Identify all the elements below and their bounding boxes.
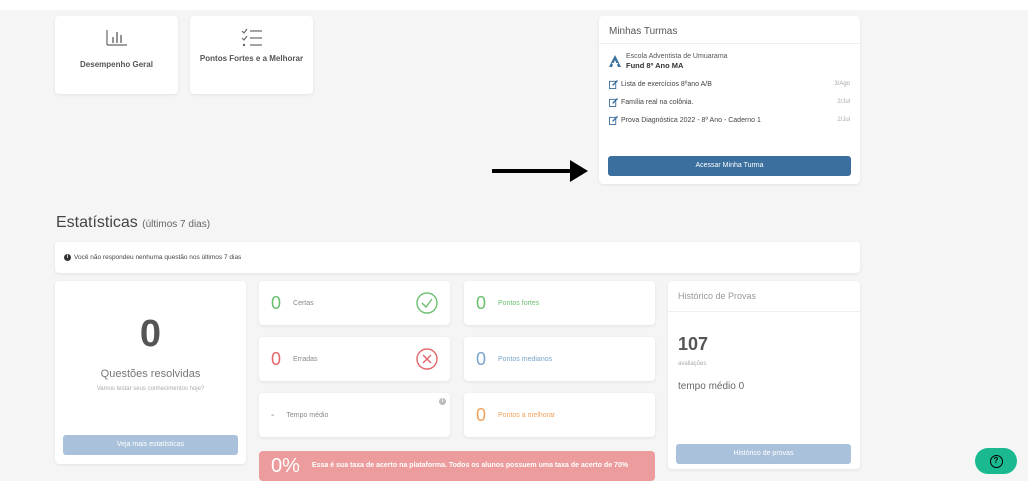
- checklist-icon: [190, 28, 313, 48]
- activity-item[interactable]: Lista de exercícios 8ºano A/B 3/Ago: [599, 75, 860, 93]
- activity-name: Prova Diagnóstica 2022 - 8º Ano - Cadern…: [621, 116, 761, 124]
- question-icon: ?: [989, 454, 1003, 468]
- melhorar-label: Pontos a melhorar: [498, 411, 556, 419]
- historico-provas-button[interactable]: Histórico de provas: [676, 444, 851, 464]
- turmas-title: Minhas Turmas: [599, 16, 860, 44]
- tempo-medio-card: - Tempo médio: [259, 393, 450, 437]
- top-bar: [0, 0, 1028, 10]
- edit-icon: [609, 97, 618, 107]
- activity-name: Lista de exercícios 8ºano A/B: [621, 80, 712, 88]
- activity-date: 2/Jul: [837, 99, 850, 105]
- activity-item[interactable]: Família real na colônia. 2/Jul: [599, 93, 860, 111]
- erradas-card: 0 Erradas: [259, 337, 450, 381]
- class-name: Fund 8º Ano MA: [626, 61, 684, 70]
- tile-label: Pontos Fortes e a Melhorar: [199, 54, 304, 63]
- stats-heading: Estatísticas (últimos 7 dias): [56, 214, 210, 232]
- x-circle-icon: [416, 348, 438, 370]
- info-icon: i: [64, 254, 71, 261]
- history-count-label: avaliações: [678, 361, 707, 367]
- resolved-count: 0: [139, 313, 162, 355]
- desempenho-geral-tile[interactable]: Desempenho Geral: [55, 16, 178, 94]
- school-info[interactable]: Escola Adventista de Umuarama Fund 8º An…: [599, 44, 860, 75]
- info-icon[interactable]: i: [439, 398, 446, 405]
- pontos-medianos-card: 0 Pontos medianos: [464, 337, 655, 381]
- school-logo-icon: [609, 55, 621, 67]
- rate-value: 0%: [271, 454, 300, 477]
- fortes-value: 0: [476, 292, 487, 313]
- certas-card: 0 Certas: [259, 281, 450, 325]
- resolved-sub: Vamos testar seus conhecimentos hoje?: [96, 386, 205, 392]
- stats-title: Estatísticas: [56, 214, 138, 231]
- rate-text: Essa é sua taxa de acerto na plataforma.…: [311, 462, 629, 469]
- stats-subtitle: (últimos 7 dias): [142, 219, 211, 230]
- medianos-value: 0: [476, 348, 487, 369]
- edit-icon: [609, 79, 618, 89]
- tempo-label: Tempo médio: [286, 411, 329, 419]
- resolved-label: Questões resolvidas: [100, 368, 201, 380]
- historico-provas-card: Histórico de Provas 107 avaliações tempo…: [668, 281, 860, 469]
- certas-label: Certas: [293, 299, 314, 307]
- tile-label: Desempenho Geral: [80, 60, 153, 69]
- activity-date: 2/Jul: [837, 117, 850, 123]
- history-title: Histórico de Provas: [668, 281, 860, 312]
- help-button[interactable]: ?: [975, 448, 1017, 474]
- history-count: 107: [678, 334, 709, 354]
- activity-name: Família real na colônia.: [621, 98, 694, 106]
- more-stats-button[interactable]: Veja mais estatísticas: [63, 435, 238, 455]
- erradas-label: Erradas: [293, 355, 318, 363]
- pontos-fortes-tile[interactable]: Pontos Fortes e a Melhorar: [190, 16, 313, 94]
- melhorar-value: 0: [476, 404, 487, 425]
- pontos-melhorar-card: 0 Pontos a melhorar: [464, 393, 655, 437]
- activity-item[interactable]: Prova Diagnóstica 2022 - 8º Ano - Cadern…: [599, 111, 860, 129]
- tempo-value: -: [271, 409, 275, 421]
- success-rate-banner: 0% Essa é sua taxa de acerto na platafor…: [259, 451, 655, 481]
- bar-chart-icon: [55, 28, 178, 46]
- certas-value: 0: [271, 292, 282, 313]
- edit-icon: [609, 115, 618, 125]
- pontos-fortes-card: 0 Pontos fortes: [464, 281, 655, 325]
- history-time: tempo médio 0: [678, 381, 745, 392]
- fortes-label: Pontos fortes: [498, 299, 540, 307]
- school-name: Escola Adventista de Umuarama: [626, 53, 728, 60]
- activity-date: 3/Ago: [834, 81, 850, 87]
- check-circle-icon: [416, 292, 438, 314]
- erradas-value: 0: [271, 348, 282, 369]
- acessar-minha-turma-button[interactable]: Acessar Minha Turma: [608, 156, 851, 176]
- notice-text: Você não respondeu nenhuma questão nos ú…: [74, 254, 242, 261]
- medianos-label: Pontos medianos: [498, 355, 553, 363]
- arrow-annotation-icon: [492, 160, 588, 182]
- stats-notice: i Você não respondeu nenhuma questão nos…: [55, 242, 860, 273]
